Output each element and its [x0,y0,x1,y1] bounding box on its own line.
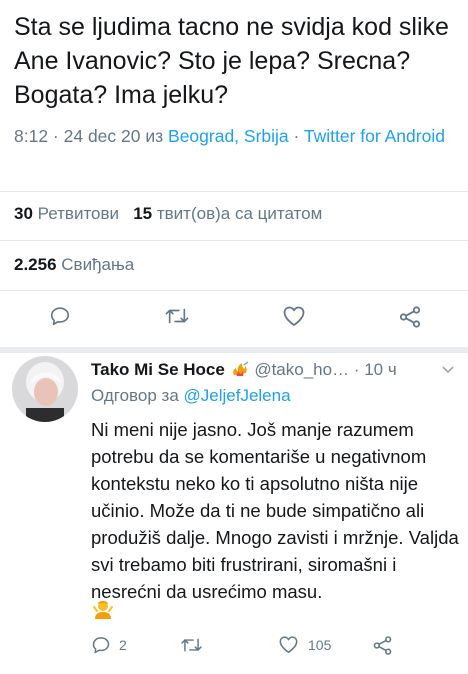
likes-label: Свиђања [61,255,135,274]
reply-retweet-button[interactable] [180,635,203,655]
retweet-button[interactable] [164,305,190,327]
reply-time: · 10 ч [353,360,397,379]
reply-text: Ni meni nije jasno. Još manje razumem po… [91,419,459,602]
quotes-stat[interactable]: 15 твит(ов)а са цитатом [133,204,322,223]
reply-header: Tako Mi Se Hoce @tako_ho… · 10 ч [91,360,461,380]
likes-stat[interactable]: 2.256 Свиђања [14,255,134,275]
tweet-text: Sta se ljudima tacno ne svidja kod slike… [14,13,449,109]
reply-reply-count: 2 [119,637,127,653]
retweet-quote-stats: 30 Ретвитови 15 твит(ов)а са цитатом [14,204,322,224]
tweet-source-link[interactable]: Twitter for Android [304,126,445,146]
chevron-down-icon[interactable] [440,361,456,382]
like-button[interactable] [282,305,306,327]
retweets-count: 30 [14,204,33,223]
retweet-icon [181,638,202,652]
share-button[interactable] [398,305,422,329]
reply-icon [50,307,70,326]
replying-prefix: Одговор за [91,386,184,405]
retweet-icon [165,308,189,324]
reply-like-button[interactable]: 105 [278,635,331,654]
tweet-actions [0,305,468,335]
meta-separator: · [288,126,304,146]
share-icon [399,306,421,328]
section-divider [0,347,468,353]
tweet-location-link[interactable]: Beograd, Srbija [168,126,289,146]
divider [0,191,468,192]
reply-button[interactable] [49,305,71,327]
like-icon [279,636,298,654]
avatar[interactable] [12,356,78,422]
reply-like-count: 105 [308,636,332,653]
retweets-label: Ретвитови [37,204,120,223]
fire-heart-emoji-icon [230,360,255,379]
reply-author-handle[interactable]: @tako_ho… [254,360,349,379]
tweet-timestamp: 8:12 · 24 dec 20 из [14,126,169,146]
likes-count: 2.256 [14,255,57,274]
reply-reply-button[interactable]: 2 [91,635,127,655]
like-icon [283,306,305,326]
replying-to-link[interactable]: @JeljefJelena [184,386,291,405]
retweets-stat[interactable]: 30 Ретвитови [14,204,119,223]
tweet-meta: 8:12 · 24 dec 20 из Beograd, Srbija · Tw… [14,124,459,148]
share-icon [373,636,392,655]
person-gesturing-emoji-icon [92,598,114,625]
reply-icon [92,637,110,654]
divider [0,240,468,241]
quotes-label: твит(ов)а са цитатом [156,204,323,223]
reply-author-name[interactable]: Tako Mi Se Hoce [91,360,225,379]
divider [0,290,468,291]
replying-to: Одговор за @JeljefJelena [91,386,291,406]
reply-actions: 2 105 [0,635,468,661]
reply-share-button[interactable] [372,635,393,656]
quotes-count: 15 [133,204,153,223]
